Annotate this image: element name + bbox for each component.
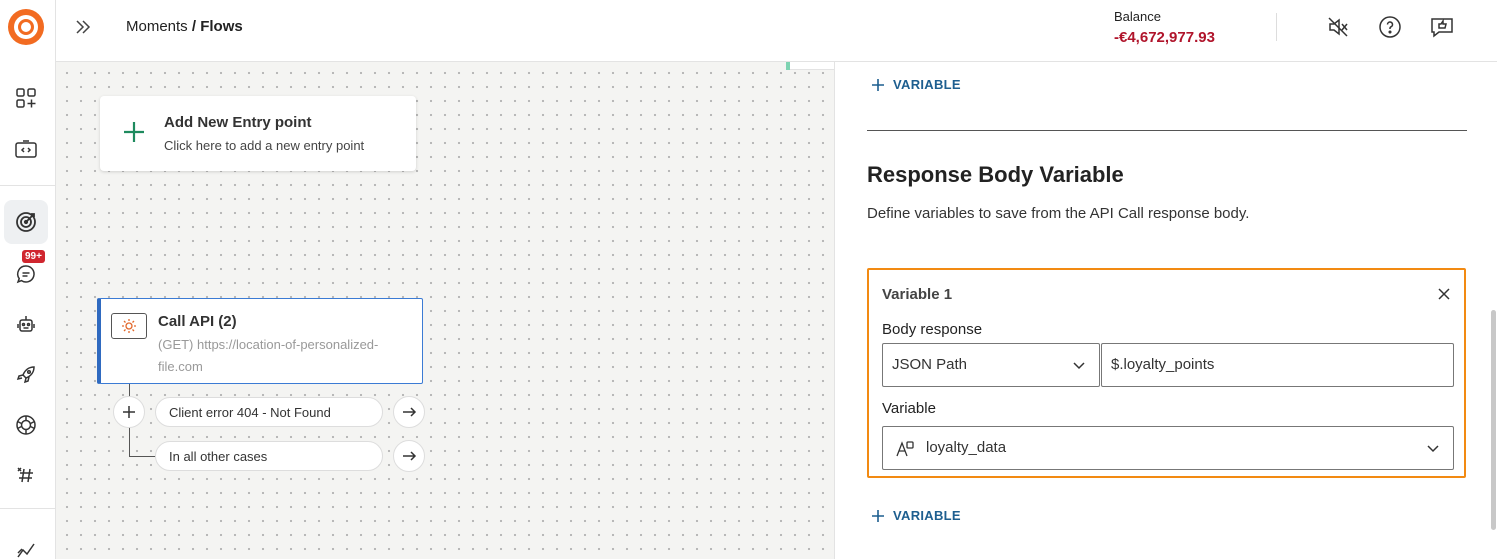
section-title: Response Body Variable <box>867 162 1124 187</box>
branch-client-error[interactable]: Client error 404 - Not Found <box>155 397 383 427</box>
body-response-type-select[interactable]: JSON Path <box>882 343 1100 387</box>
left-rail: 99+ <box>0 0 56 559</box>
variable-label: Variable <box>882 400 936 417</box>
chevron-down-icon <box>1073 362 1085 370</box>
body-response-type-value: JSON Path <box>892 356 968 373</box>
help-icon[interactable] <box>1377 14 1403 40</box>
notification-badge: 99+ <box>22 250 45 263</box>
chevron-down-icon <box>1427 445 1439 453</box>
api-gear-icon <box>111 313 147 339</box>
expand-sidebar-icon[interactable] <box>72 16 94 38</box>
flow-canvas[interactable]: Add New Entry point Click here to add a … <box>56 62 834 559</box>
code-window-icon[interactable] <box>12 135 40 163</box>
target-icon[interactable] <box>12 208 40 236</box>
breadcrumb-separator: / <box>187 18 201 35</box>
add-entry-point-card[interactable]: Add New Entry point Click here to add a … <box>100 96 416 171</box>
add-branch-button[interactable] <box>113 396 145 428</box>
api-node-url: (GET) https://location-of-personalized-f… <box>158 337 379 374</box>
add-variable-label: VARIABLE <box>893 77 961 92</box>
mute-icon[interactable] <box>1325 14 1351 40</box>
variable-card-title: Variable 1 <box>882 286 953 303</box>
branch-other-cases[interactable]: In all other cases <box>155 441 383 471</box>
json-path-value: $.loyalty_points <box>1111 356 1215 373</box>
arrow-right-icon[interactable] <box>393 396 425 428</box>
close-icon[interactable] <box>1434 284 1454 304</box>
chat-icon[interactable] <box>12 260 40 288</box>
top-bar: Moments / Flows Balance -€4,672,977.93 <box>56 0 1497 62</box>
balance-label: Balance <box>1114 9 1161 24</box>
robot-icon[interactable] <box>12 310 40 338</box>
arrow-right-icon[interactable] <box>393 440 425 472</box>
section-description: Define variables to save from the API Ca… <box>867 205 1250 222</box>
plus-icon <box>122 120 146 144</box>
node-settings-panel: VARIABLE Response Body Variable Define v… <box>834 62 1497 559</box>
text-variable-icon <box>896 441 914 457</box>
call-api-node[interactable]: Call API (2) (GET) https://location-of-p… <box>97 298 423 384</box>
api-node-title: Call API (2) <box>158 313 237 330</box>
breadcrumb: Moments / Flows <box>126 18 243 35</box>
variable-card: Variable 1 Body response JSON Path $.loy… <box>867 268 1466 478</box>
add-variable-label: VARIABLE <box>893 508 961 523</box>
add-variable-button[interactable]: VARIABLE <box>871 77 961 92</box>
logo-icon[interactable] <box>8 9 44 45</box>
body-response-label: Body response <box>882 321 983 338</box>
panel-scrollbar[interactable] <box>1491 310 1496 530</box>
json-path-input[interactable]: $.loyalty_points <box>1101 343 1454 387</box>
apps-add-icon[interactable] <box>12 84 40 112</box>
add-variable-button[interactable]: VARIABLE <box>871 508 961 523</box>
analytics-icon[interactable] <box>12 536 40 559</box>
breadcrumb-current: Flows <box>200 18 243 35</box>
variable-value: loyalty_data <box>926 439 1007 456</box>
balance-value: -€4,672,977.93 <box>1114 29 1215 46</box>
variable-select[interactable]: loyalty_data <box>882 426 1454 470</box>
hashtag-icon[interactable] <box>12 461 40 489</box>
breadcrumb-moments[interactable]: Moments <box>126 18 188 35</box>
rocket-icon[interactable] <box>12 361 40 389</box>
entry-point-subtitle: Click here to add a new entry point <box>164 138 365 153</box>
feedback-icon[interactable] <box>1429 14 1455 40</box>
openai-icon[interactable] <box>12 411 40 439</box>
entry-point-title: Add New Entry point <box>164 114 312 131</box>
